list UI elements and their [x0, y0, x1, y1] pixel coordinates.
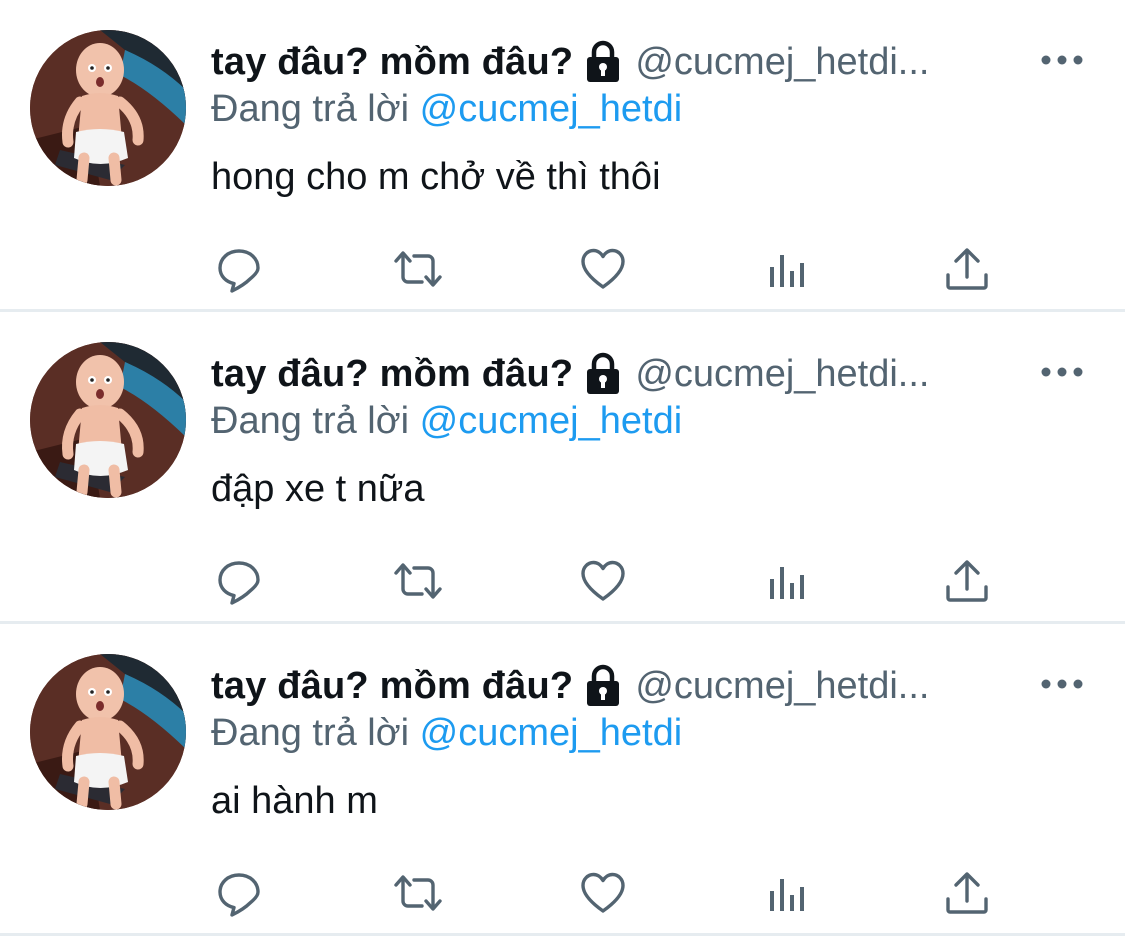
- replying-to-mention[interactable]: @cucmej_hetdi: [420, 400, 682, 442]
- replying-to-label: Đang trả lời: [211, 88, 420, 130]
- heart-icon: [579, 869, 627, 917]
- views-button[interactable]: [761, 244, 813, 294]
- tweet-feed: tay đâu? mồm đâu? @cucmej_hetdi... Đang …: [0, 0, 1125, 936]
- analytics-icon: [763, 557, 811, 605]
- reply-icon: [215, 869, 263, 917]
- retweet-icon: [390, 869, 446, 917]
- share-button[interactable]: [941, 868, 993, 918]
- tweet-header: tay đâu? mồm đâu? @cucmej_hetdi...: [211, 660, 929, 712]
- heart-icon: [579, 557, 627, 605]
- heart-icon: [579, 245, 627, 293]
- tweet-header: tay đâu? mồm đâu? @cucmej_hetdi...: [211, 36, 929, 88]
- more-icon[interactable]: [1038, 50, 1086, 70]
- user-handle[interactable]: @cucmej_hetdi...: [635, 665, 929, 708]
- reply-button[interactable]: [213, 868, 265, 918]
- reply-button[interactable]: [213, 556, 265, 606]
- tweet-text: hong cho m chở về thì thôi: [211, 156, 661, 198]
- lock-icon: [583, 664, 623, 708]
- lock-icon: [583, 352, 623, 396]
- reply-icon: [215, 245, 263, 293]
- retweet-icon: [390, 245, 446, 293]
- more-icon[interactable]: [1038, 674, 1086, 694]
- replying-to-mention[interactable]: @cucmej_hetdi: [420, 712, 682, 754]
- tweet-header: tay đâu? mồm đâu? @cucmej_hetdi...: [211, 348, 929, 400]
- display-name[interactable]: tay đâu? mồm đâu?: [211, 665, 573, 708]
- analytics-icon: [763, 869, 811, 917]
- replying-to-mention[interactable]: @cucmej_hetdi: [420, 88, 682, 130]
- user-handle[interactable]: @cucmej_hetdi...: [635, 353, 929, 396]
- tweet[interactable]: tay đâu? mồm đâu? @cucmej_hetdi... Đang …: [0, 0, 1125, 312]
- more-icon[interactable]: [1038, 362, 1086, 382]
- retweet-button[interactable]: [392, 556, 444, 606]
- share-icon: [943, 245, 991, 293]
- replying-to: Đang trả lời @cucmej_hetdi: [211, 712, 682, 755]
- tweet-text: ai hành m: [211, 780, 378, 822]
- like-button[interactable]: [577, 556, 629, 606]
- views-button[interactable]: [761, 868, 813, 918]
- views-button[interactable]: [761, 556, 813, 606]
- retweet-button[interactable]: [392, 244, 444, 294]
- reply-icon: [215, 557, 263, 605]
- tweet-text: đập xe t nữa: [211, 468, 425, 510]
- avatar[interactable]: [30, 342, 186, 498]
- retweet-button[interactable]: [392, 868, 444, 918]
- avatar[interactable]: [30, 30, 186, 186]
- like-button[interactable]: [577, 244, 629, 294]
- tweet[interactable]: tay đâu? mồm đâu? @cucmej_hetdi... Đang …: [0, 312, 1125, 624]
- display-name[interactable]: tay đâu? mồm đâu?: [211, 353, 573, 396]
- retweet-icon: [390, 557, 446, 605]
- share-icon: [943, 869, 991, 917]
- tweet-actions: [211, 244, 1011, 294]
- tweet-actions: [211, 556, 1011, 606]
- avatar[interactable]: [30, 654, 186, 810]
- tweet[interactable]: tay đâu? mồm đâu? @cucmej_hetdi... Đang …: [0, 624, 1125, 936]
- user-handle[interactable]: @cucmej_hetdi...: [635, 41, 929, 84]
- share-button[interactable]: [941, 244, 993, 294]
- replying-to: Đang trả lời @cucmej_hetdi: [211, 88, 682, 131]
- replying-to: Đang trả lời @cucmej_hetdi: [211, 400, 682, 443]
- replying-to-label: Đang trả lời: [211, 712, 420, 754]
- share-icon: [943, 557, 991, 605]
- share-button[interactable]: [941, 556, 993, 606]
- analytics-icon: [763, 245, 811, 293]
- reply-button[interactable]: [213, 244, 265, 294]
- display-name[interactable]: tay đâu? mồm đâu?: [211, 41, 573, 84]
- like-button[interactable]: [577, 868, 629, 918]
- lock-icon: [583, 40, 623, 84]
- replying-to-label: Đang trả lời: [211, 400, 420, 442]
- tweet-actions: [211, 868, 1011, 918]
